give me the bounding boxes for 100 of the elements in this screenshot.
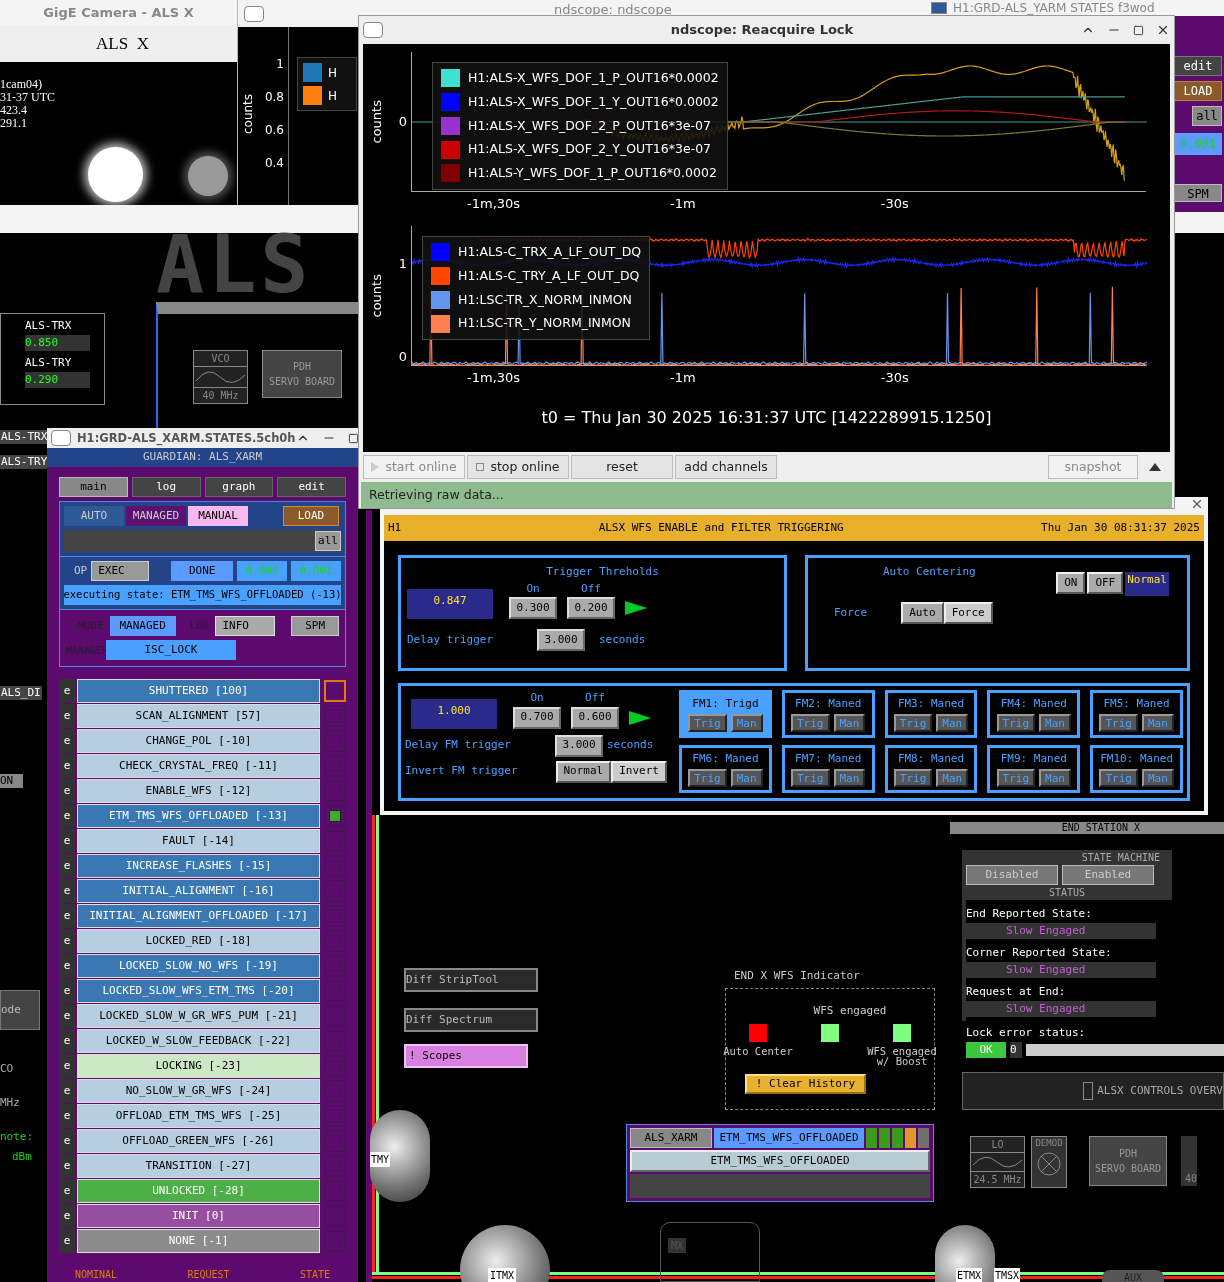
edit-button[interactable]: edit [1174, 56, 1222, 76]
edit-state-button[interactable]: e [59, 929, 75, 953]
maximize-icon[interactable] [1133, 24, 1144, 36]
spm-button[interactable]: SPM [1174, 184, 1222, 202]
edit-state-button[interactable]: e [59, 879, 75, 903]
load-button[interactable]: LOAD [1174, 81, 1222, 101]
module-label: FM2: Maned [795, 695, 862, 712]
nav-tab[interactable]: edit [277, 477, 346, 497]
mode-readout: MANAGED [109, 616, 176, 636]
status-value: Slow Engaged [966, 961, 1156, 978]
edit-state-button[interactable]: e [59, 1154, 75, 1178]
controls-overview-button[interactable]: ALSX CONTROLS OVERV [962, 1072, 1224, 1110]
nav-tab[interactable]: main [59, 477, 128, 497]
state-button[interactable]: LOCKED_SLOW_NO_WFS [-19] [77, 954, 320, 978]
edit-state-button[interactable]: e [59, 704, 75, 728]
on-button[interactable]: ON [1056, 572, 1086, 594]
state-button[interactable]: LOCKING [-23] [77, 1054, 320, 1078]
auto-button[interactable]: Auto [901, 602, 944, 624]
close-icon[interactable] [1156, 23, 1170, 37]
op-dropdown[interactable]: EXEC [91, 561, 150, 581]
window-icon [244, 5, 264, 22]
screen-label: CO [0, 1062, 14, 1076]
column-label: STATE [299, 1268, 330, 1282]
nav-tab[interactable]: log [131, 477, 201, 497]
nav-tab[interactable]: graph [204, 477, 274, 497]
edit-state-button[interactable]: e [59, 954, 75, 978]
edit-state-button[interactable]: e [59, 1179, 75, 1203]
indicator-heading: WFS engaged [813, 1003, 887, 1019]
state-button[interactable]: LOCKED_W_SLOW_FEEDBACK [-22] [77, 1029, 320, 1053]
block-label: PDH [1118, 1147, 1138, 1161]
state-button[interactable]: SHUTTERED [100] [77, 679, 320, 703]
mode-button[interactable]: AUTO [64, 506, 124, 526]
log-dropdown[interactable]: INFO [215, 616, 276, 636]
status-value: Slow Engaged [966, 922, 1156, 939]
invert-button[interactable]: Invert [611, 760, 667, 783]
close-icon[interactable] [1190, 497, 1204, 511]
block-label: SERVO BOARD [268, 375, 336, 389]
edit-state-button[interactable]: e [59, 1229, 75, 1253]
state-button[interactable]: LOCKED_RED [-18] [77, 929, 320, 953]
edit-state-button[interactable]: e [59, 679, 75, 703]
related-display-button[interactable]: Diff StripTool [404, 968, 538, 992]
mode-button[interactable]: MANUAL [188, 506, 248, 526]
maximize-icon[interactable] [347, 432, 359, 444]
edit-state-button[interactable]: e [59, 754, 75, 778]
panel-title: Auto Centering [883, 564, 976, 580]
edit-state-button[interactable]: e [59, 1129, 75, 1153]
normal-button[interactable]: Normal [555, 760, 612, 783]
state-button[interactable]: INIT [0] [77, 1204, 320, 1228]
force-button[interactable]: Force [943, 602, 993, 624]
load-button[interactable]: LOAD [283, 506, 339, 526]
related-display-button[interactable]: Diff Spectrum [404, 1008, 538, 1032]
toolbar-button[interactable]: reset [571, 455, 673, 479]
request-dropdown[interactable]: ETM_TMS_WFS_OFFLOADED [630, 1150, 930, 1172]
state-button[interactable]: FAULT [-14] [77, 829, 320, 853]
mode-button[interactable]: MANAGED [126, 506, 186, 526]
edit-state-button[interactable]: e [59, 804, 75, 828]
state-button[interactable]: ETM_TMS_WFS_OFFLOADED [-13] [77, 804, 320, 828]
clear-history-button[interactable]: ! Clear History [745, 1074, 866, 1094]
spm-button[interactable]: SPM [291, 616, 339, 636]
state-button[interactable]: CHANGE_POL [-10] [77, 729, 320, 753]
edit-state-button[interactable]: e [59, 979, 75, 1003]
edit-state-button[interactable]: e [59, 1029, 75, 1053]
value-readout: 0.000 [237, 561, 288, 581]
off-button[interactable]: OFF [1087, 572, 1124, 594]
edit-state-button[interactable]: e [59, 829, 75, 853]
edit-state-button[interactable]: e [59, 904, 75, 928]
collapse-icon[interactable] [1148, 462, 1162, 472]
edit-state-button[interactable]: e [59, 854, 75, 878]
mode-box: ode [0, 990, 40, 1030]
state-button[interactable]: OFFLOAD_ETM_TMS_WFS [-25] [77, 1104, 320, 1128]
toolbar-button[interactable]: stop online [467, 455, 569, 479]
edit-state-button[interactable]: e [59, 1204, 75, 1228]
state-button[interactable]: NO_SLOW_W_GR_WFS [-24] [77, 1079, 320, 1103]
toolbar-button[interactable]: add channels [675, 455, 777, 479]
related-display-button[interactable]: ! Scopes [404, 1044, 528, 1068]
state-button[interactable]: LOCKED_SLOW_WFS_ETM_TMS [-20] [77, 979, 320, 1003]
edit-state-button[interactable]: e [59, 1104, 75, 1128]
module-label: FM3: Maned [897, 695, 965, 712]
status-label: Corner Reported State: [966, 945, 1113, 961]
all-button[interactable]: all [1192, 106, 1222, 126]
legend-label: H1:ALS-Y_WFS_DOF_1_P_OUT16*0.0002 [468, 164, 717, 182]
edit-state-button[interactable]: e [59, 779, 75, 803]
all-button[interactable]: all [315, 531, 341, 551]
edit-state-button[interactable]: e [59, 1079, 75, 1103]
state-button[interactable]: INITIAL_ALIGNMENT_OFFLOADED [-17] [77, 904, 320, 928]
state-button[interactable]: CHECK_CRYSTAL_FREQ [-11] [77, 754, 320, 778]
state-button[interactable]: LOCKED_SLOW_W_GR_WFS_PUM [-21] [77, 1004, 320, 1028]
edit-state-button[interactable]: e [59, 1054, 75, 1078]
state-button[interactable]: ENABLE_WFS [-12] [77, 779, 320, 803]
state-button[interactable]: OFFLOAD_GREEN_WFS [-26] [77, 1129, 320, 1153]
block-label: 40 MHz [194, 387, 247, 403]
state-button[interactable]: TRANSITION [-27] [77, 1154, 320, 1178]
edit-state-button[interactable]: e [59, 729, 75, 753]
state-button[interactable]: INCREASE_FLASHES [-15] [77, 854, 320, 878]
state-button[interactable]: INITIAL_ALIGNMENT [-16] [77, 879, 320, 903]
section-title: STATE MACHINE [1081, 851, 1161, 865]
tick-label: 0.4 [264, 155, 284, 172]
manager-readout: ISC_LOCK [106, 640, 236, 660]
edit-state-button[interactable]: e [59, 1004, 75, 1028]
state-button[interactable]: SCAN_ALIGNMENT [57] [77, 704, 320, 728]
